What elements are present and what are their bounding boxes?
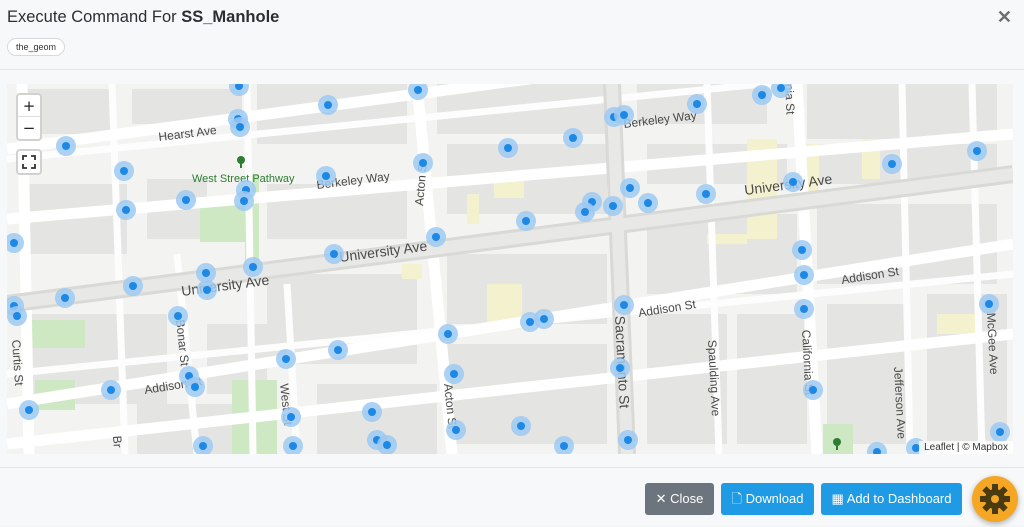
manhole-marker[interactable] — [534, 309, 554, 329]
manhole-marker[interactable] — [438, 324, 458, 344]
zoom-out-button[interactable]: − — [18, 117, 40, 139]
manhole-marker[interactable] — [362, 402, 382, 422]
map[interactable]: Hearst Ave Berkeley Way Berkeley Way Uni… — [7, 84, 1013, 454]
manhole-marker[interactable] — [196, 263, 216, 283]
manhole-marker[interactable] — [603, 196, 623, 216]
manhole-marker[interactable] — [324, 244, 344, 264]
manhole-marker[interactable] — [281, 407, 301, 427]
manhole-marker[interactable] — [792, 240, 812, 260]
manhole-marker[interactable] — [446, 420, 466, 440]
modal-header: Execute Command For SS_Manhole ✕ the_geo… — [0, 0, 1024, 70]
manhole-marker[interactable] — [234, 191, 254, 211]
execute-command-modal: Execute Command For SS_Manhole ✕ the_geo… — [0, 0, 1024, 525]
manhole-marker[interactable] — [638, 193, 658, 213]
manhole-marker[interactable] — [444, 364, 464, 384]
manhole-marker[interactable] — [882, 154, 902, 174]
manhole-marker[interactable] — [990, 422, 1010, 442]
manhole-marker[interactable] — [116, 200, 136, 220]
manhole-marker[interactable] — [197, 280, 217, 300]
zoom-control: + − — [16, 93, 42, 141]
manhole-marker[interactable] — [614, 105, 634, 125]
manhole-marker[interactable] — [516, 211, 536, 231]
manhole-marker[interactable] — [426, 227, 446, 247]
modal-title: Execute Command For SS_Manhole — [7, 8, 279, 27]
title-prefix: Execute Command For — [7, 8, 182, 26]
manhole-marker[interactable] — [783, 172, 803, 192]
manhole-marker[interactable] — [620, 178, 640, 198]
x-icon: ✕ — [655, 491, 671, 506]
zoom-in-button[interactable]: + — [18, 95, 40, 117]
manhole-marker[interactable] — [803, 380, 823, 400]
manhole-marker[interactable] — [563, 128, 583, 148]
dashboard-button-label: Add to Dashboard — [846, 491, 952, 506]
title-layer-name: SS_Manhole — [181, 8, 280, 26]
manhole-marker[interactable] — [696, 184, 716, 204]
manhole-marker[interactable] — [114, 161, 134, 181]
manhole-marker[interactable] — [318, 95, 338, 115]
manhole-marker[interactable] — [614, 295, 634, 315]
manhole-marker[interactable] — [7, 306, 27, 326]
manhole-marker[interactable] — [316, 166, 336, 186]
manhole-marker[interactable] — [101, 380, 121, 400]
manhole-marker[interactable] — [276, 349, 296, 369]
gear-icon[interactable] — [972, 476, 1018, 522]
geom-chip[interactable]: the_geom — [7, 38, 66, 56]
manhole-marker[interactable] — [967, 141, 987, 161]
manhole-marker[interactable] — [979, 294, 999, 314]
manhole-marker[interactable] — [610, 358, 630, 378]
manhole-marker[interactable] — [19, 400, 39, 420]
download-button-label: Download — [745, 491, 804, 506]
manhole-marker[interactable] — [413, 153, 433, 173]
fullscreen-icon[interactable] — [16, 149, 42, 175]
manhole-marker[interactable] — [752, 85, 772, 105]
download-button[interactable]: 🗋 Download — [721, 483, 814, 515]
manhole-marker[interactable] — [687, 94, 707, 114]
map-attribution[interactable]: Leaflet | © Mapbox — [919, 441, 1013, 454]
manhole-marker[interactable] — [328, 340, 348, 360]
manhole-marker[interactable] — [794, 265, 814, 285]
manhole-marker[interactable] — [498, 138, 518, 158]
manhole-marker[interactable] — [176, 190, 196, 210]
table-icon: ▦ — [831, 491, 847, 506]
manhole-marker[interactable] — [168, 306, 188, 326]
manhole-marker[interactable] — [123, 276, 143, 296]
add-to-dashboard-button[interactable]: ▦ Add to Dashboard — [821, 483, 962, 515]
manhole-marker[interactable] — [575, 202, 595, 222]
close-button-label: Close — [670, 491, 704, 506]
file-icon: 🗋 — [731, 491, 746, 506]
manhole-marker[interactable] — [618, 430, 638, 450]
close-icon[interactable]: ✕ — [997, 7, 1012, 28]
map-canvas[interactable]: Hearst Ave Berkeley Way Berkeley Way Uni… — [7, 84, 1013, 454]
manhole-marker[interactable] — [243, 257, 263, 277]
manhole-marker[interactable] — [230, 117, 250, 137]
manhole-marker[interactable] — [794, 299, 814, 319]
manhole-marker[interactable] — [185, 377, 205, 397]
label-br: Br — [110, 435, 125, 448]
manhole-marker[interactable] — [511, 416, 531, 436]
manhole-marker[interactable] — [56, 136, 76, 156]
manhole-marker[interactable] — [55, 288, 75, 308]
modal-footer: ✕ Close 🗋 Download ▦ Add to Dashboard — [0, 467, 1024, 525]
close-button[interactable]: ✕ Close — [645, 483, 714, 515]
